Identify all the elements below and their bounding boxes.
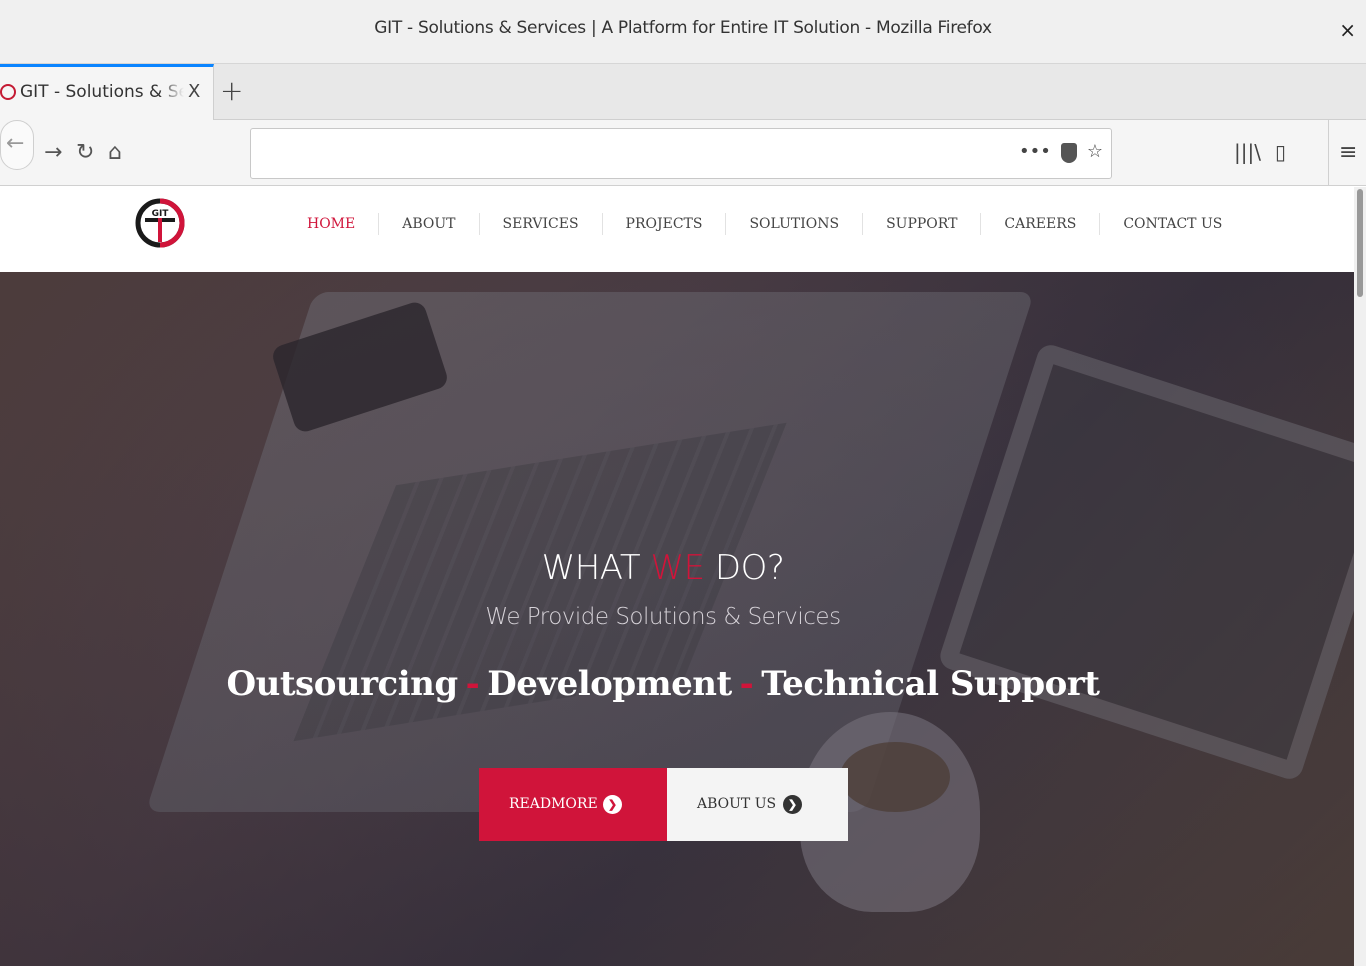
hero-subtitle: We Provide Solutions & Services	[485, 604, 841, 630]
back-arrow-icon: ←	[6, 131, 25, 156]
page-scrollbar[interactable]	[1354, 187, 1366, 966]
nav-solutions[interactable]: SOLUTIONS	[726, 213, 864, 235]
hero-title-pre: WHAT	[541, 548, 651, 588]
nav-projects[interactable]: PROJECTS	[603, 213, 727, 235]
nav-home[interactable]: HOME	[284, 213, 380, 235]
about-us-label: ABOUT US	[697, 796, 777, 812]
window-close-button[interactable]: ×	[1339, 18, 1356, 42]
navigation-toolbar: ← → ↻ ⌂ ••• ☆ |||\ ▯ ≡	[0, 120, 1366, 186]
nav-services[interactable]: SERVICES	[480, 213, 603, 235]
sidebar-icon[interactable]: ▯	[1275, 140, 1286, 164]
bookmark-star-icon[interactable]: ☆	[1087, 141, 1103, 162]
hero-title-accent: WE	[650, 548, 705, 588]
site-favicon-icon	[0, 84, 16, 100]
service-separator: -	[739, 664, 754, 704]
page-actions-icon[interactable]: •••	[1019, 141, 1051, 162]
main-nav: HOME ABOUT SERVICES PROJECTS SOLUTIONS S…	[284, 213, 1245, 235]
hero-section: WHAT WE DO? We Provide Solutions & Servi…	[0, 272, 1354, 966]
browser-tab[interactable]: GIT - Solutions & Services | A Platform …	[0, 64, 214, 120]
forward-button[interactable]: →	[44, 140, 62, 165]
about-us-button[interactable]: ABOUT US ❯	[667, 768, 848, 841]
service-development: Development	[487, 664, 732, 704]
hero-title: WHAT WE DO?	[0, 548, 1326, 588]
scrollbar-thumb[interactable]	[1357, 189, 1363, 297]
menu-button[interactable]: ≡	[1328, 120, 1366, 186]
git-logo[interactable]: GIT	[135, 191, 185, 255]
tab-close-button[interactable]: X	[188, 81, 200, 102]
hero-services: Outsourcing - Development - Technical Suppor…	[0, 664, 1326, 704]
hero-background-coffee	[840, 742, 950, 812]
nav-careers[interactable]: CAREERS	[981, 213, 1101, 235]
url-bar[interactable]: ••• ☆	[250, 128, 1112, 179]
library-icon[interactable]: |||\	[1234, 140, 1261, 164]
arrow-right-circle-icon: ❯	[783, 795, 802, 814]
readmore-label: READMORE	[509, 796, 598, 812]
nav-about[interactable]: ABOUT	[379, 213, 480, 235]
service-technical-support: Technical Support	[761, 664, 1100, 704]
reload-button[interactable]: ↻	[76, 140, 94, 165]
tab-label: GIT - Solutions & Services | A Platform …	[20, 82, 184, 102]
site-header: GIT HOME ABOUT SERVICES PROJECTS SOLUTIO…	[0, 187, 1354, 272]
service-separator: -	[465, 664, 480, 704]
pocket-icon[interactable]	[1060, 143, 1077, 163]
arrow-right-circle-icon: ❯	[603, 795, 622, 814]
nav-contact-us[interactable]: CONTACT US	[1100, 213, 1245, 235]
window-title: GIT - Solutions & Services | A Platform …	[374, 18, 992, 38]
hamburger-icon: ≡	[1339, 140, 1358, 165]
back-button[interactable]: ←	[0, 120, 34, 170]
nav-support[interactable]: SUPPORT	[863, 213, 982, 235]
hero-title-post: DO?	[704, 548, 785, 588]
logo-text: GIT	[152, 209, 170, 219]
service-outsourcing: Outsourcing	[226, 664, 459, 704]
home-button[interactable]: ⌂	[108, 140, 122, 165]
new-tab-button[interactable]: +	[220, 74, 243, 107]
tab-strip: GIT - Solutions & Services | A Platform …	[0, 64, 1366, 120]
readmore-button[interactable]: READMORE ❯	[479, 768, 667, 841]
window-titlebar: GIT - Solutions & Services | A Platform …	[0, 0, 1366, 64]
